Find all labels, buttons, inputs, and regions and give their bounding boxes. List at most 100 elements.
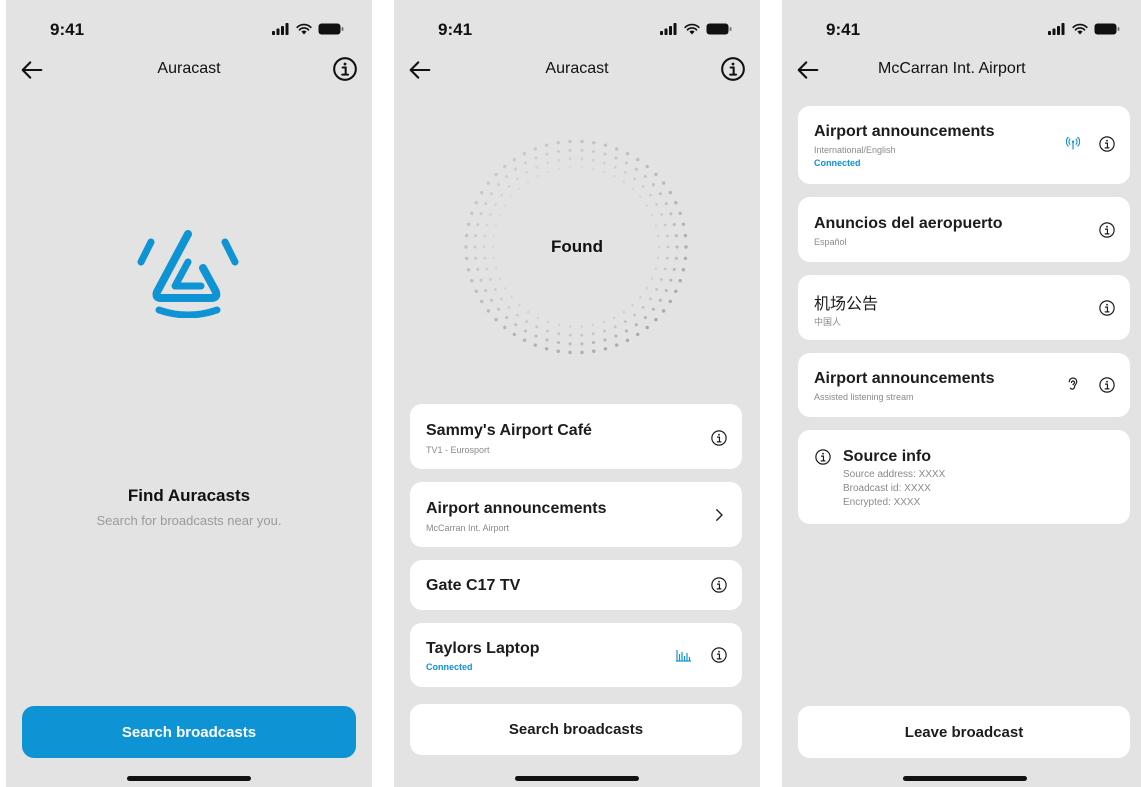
radar-dot: [523, 329, 528, 333]
info-icon[interactable]: [1098, 376, 1116, 394]
radar-dot: [681, 222, 686, 226]
leave-broadcast-button[interactable]: Leave broadcast: [798, 706, 1130, 758]
radar-dot: [534, 334, 538, 338]
stream-card[interactable]: 机场公告 中国人: [798, 275, 1130, 340]
info-icon[interactable]: [1098, 299, 1116, 317]
radar-dot: [664, 201, 668, 206]
info-icon[interactable]: [710, 646, 728, 664]
nav-bar: McCarran Int. Airport: [782, 52, 1141, 88]
radar-dot: [494, 317, 498, 322]
search-broadcasts-button[interactable]: Search broadcasts: [22, 706, 356, 758]
radar-dot: [470, 279, 474, 283]
radar-dot: [625, 152, 630, 156]
info-icon: [814, 448, 832, 466]
found-label: Found: [551, 237, 603, 256]
radar-dot: [503, 325, 507, 330]
radar-dot: [641, 185, 645, 188]
info-icon[interactable]: [720, 56, 746, 82]
radar-dot: [654, 224, 658, 227]
broadcast-title: Airport announcements: [426, 500, 607, 517]
radar-dot: [483, 256, 487, 260]
radar-dot: [494, 288, 497, 291]
broadcast-title: Taylors Laptop: [426, 640, 540, 657]
radar-dot: [643, 315, 647, 320]
find-title: Find Auracasts: [127, 486, 251, 505]
stream-card[interactable]: Airport announcements Assisted listening…: [798, 353, 1130, 417]
radar-dot: [683, 256, 688, 261]
radar-dot: [476, 223, 480, 227]
status-icons: [660, 23, 732, 35]
radar-dot: [591, 158, 595, 162]
radar-dot: [633, 177, 636, 181]
stream-subtitle: 中国人: [814, 317, 842, 327]
radar-dot: [480, 299, 484, 304]
info-icon[interactable]: [332, 56, 358, 82]
radar-dot: [580, 166, 583, 169]
info-icon[interactable]: [710, 429, 728, 447]
connected-status: Connected: [814, 158, 861, 168]
connected-status: Connected: [426, 662, 473, 672]
info-icon[interactable]: [1098, 135, 1116, 153]
radar-dot: [663, 223, 667, 227]
screen-broadcast-list: 9:41 Auracast Found Sammy's Airport Café…: [394, 0, 760, 787]
radar-dot: [639, 195, 642, 198]
radar-dot: [603, 161, 606, 165]
radar-dot: [546, 161, 549, 165]
radar-dot: [580, 342, 584, 346]
broadcast-card[interactable]: Sammy's Airport Café TV1 - Eurosport: [410, 404, 742, 469]
radar-dot: [533, 343, 537, 347]
stream-title: Airport announcements: [814, 370, 995, 387]
search-broadcasts-button[interactable]: Search broadcasts: [410, 704, 742, 755]
radar-dot: [526, 310, 530, 314]
stream-subtitle: Español: [814, 237, 847, 247]
stream-card[interactable]: Anuncios del aeropuerto Español: [798, 197, 1130, 262]
info-icon[interactable]: [1098, 221, 1116, 239]
radar-dot: [500, 193, 503, 197]
radar-dot: [655, 288, 658, 291]
broadcast-card[interactable]: Taylors Laptop Connected: [410, 623, 742, 687]
stream-card[interactable]: Airport announcements International/Engl…: [798, 106, 1130, 184]
radar-dot: [672, 267, 676, 271]
radar-dot: [497, 183, 501, 187]
broadcast-card[interactable]: Gate C17 TV: [410, 560, 742, 610]
radar-dot: [645, 204, 649, 207]
radar-dot: [661, 309, 666, 313]
radar-dot: [503, 204, 507, 207]
radar-dot: [591, 323, 595, 327]
status-time: 9:41: [50, 20, 85, 39]
radar-dot: [651, 183, 655, 187]
radar-dot: [536, 175, 540, 178]
status-bar: 9:41: [394, 18, 760, 42]
radar-dot: [534, 156, 538, 160]
radar-dot: [580, 350, 584, 355]
radar-dot: [505, 315, 509, 320]
radar-dot: [480, 190, 484, 195]
radar-dot: [654, 172, 658, 177]
find-subtitle: Search for broadcasts near you.: [96, 513, 282, 528]
radar-dot: [514, 323, 518, 327]
radar-dot: [557, 332, 561, 336]
status-icons: [1048, 23, 1120, 35]
radar-dot: [568, 157, 572, 161]
info-icon[interactable]: [710, 576, 728, 594]
source-address: Source address: XXXX: [843, 469, 946, 480]
radar-dot: [654, 267, 658, 270]
back-arrow-icon[interactable]: [794, 56, 822, 84]
status-bar: 9:41: [782, 18, 1141, 42]
radar-dot: [649, 193, 652, 197]
chevron-right-icon[interactable]: [710, 506, 728, 524]
radar-dot: [634, 323, 638, 327]
radar-dot: [546, 320, 550, 324]
radar-dot: [512, 332, 516, 337]
radar-dot: [681, 268, 686, 272]
radar-dot: [645, 325, 649, 330]
radar-dot: [522, 152, 527, 156]
home-indicator: [903, 776, 1027, 781]
radar-dot: [568, 350, 572, 355]
radar-dot: [603, 143, 608, 147]
radar-dot: [634, 167, 638, 171]
broadcast-card[interactable]: Airport announcements McCarran Int. Airp…: [410, 482, 742, 547]
status-bar: 9:41: [6, 18, 372, 42]
broadcast-signal-icon: [1066, 136, 1080, 150]
radar-dot: [556, 349, 560, 353]
